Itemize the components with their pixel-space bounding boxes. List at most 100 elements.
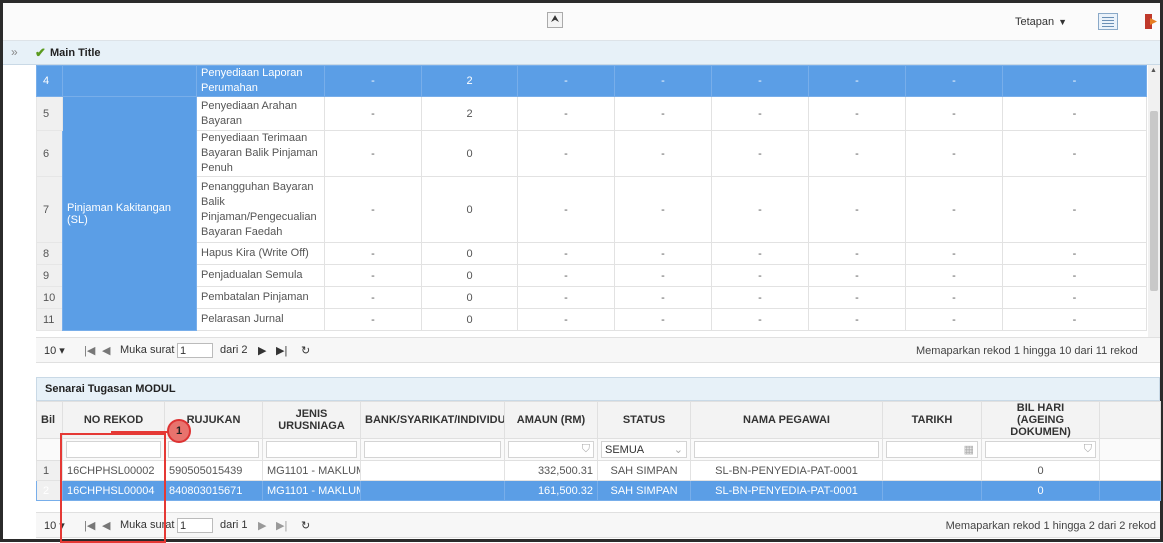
count-cell: - (905, 176, 1003, 243)
officer-cell: SL-BN-PENYEDIA-PAT-0001 (690, 480, 883, 501)
count-cell: - (614, 286, 712, 309)
main-title-bar: » ✔ Main Title (3, 41, 1160, 65)
count-cell: - (614, 96, 712, 131)
amount-cell: 332,500.31 (504, 460, 598, 481)
column-header[interactable]: AMAUN (RM) (504, 401, 598, 439)
side-panel-toggle[interactable]: » (11, 45, 18, 59)
count-cell: - (808, 264, 906, 287)
filter-input[interactable]: ⛉ (985, 441, 1096, 458)
filter-input[interactable] (266, 441, 357, 458)
scroll-up-icon[interactable]: ▲ (1150, 67, 1157, 74)
filter-input[interactable]: ⛉ (508, 441, 594, 458)
page-number-input[interactable] (177, 518, 213, 533)
group-cell (62, 65, 197, 97)
count-cell: - (711, 96, 809, 131)
count-cell: - (614, 308, 712, 331)
scroll-thumb[interactable] (1150, 111, 1158, 291)
page-count: dari 2 (220, 344, 248, 356)
process-name: Hapus Kira (Write Off) (196, 242, 325, 265)
filter-icon[interactable]: ⛉ (582, 443, 590, 456)
table-row[interactable]: 9 Penjadualan Semula -0- - - - - - (36, 264, 1147, 287)
filter-input[interactable] (364, 441, 501, 458)
prev-page-icon[interactable]: ◀ (102, 344, 110, 357)
page-number-input[interactable] (177, 343, 213, 358)
column-spacer (1099, 480, 1161, 501)
vertical-scrollbar[interactable]: ▲ (1148, 65, 1160, 337)
header-row: Bil NO REKOD RUJUKAN JENIS URUSNIAGA BANK/SY… (36, 401, 1161, 439)
count-cell: - (1002, 176, 1147, 243)
filter-cell (262, 438, 361, 461)
process-name: Penyediaan Arahan Bayaran (196, 96, 325, 131)
task-list-pager: 10 ▾ |◀ ◀ Muka surat dari 1 ▶ ▶| ↻ Memap… (36, 512, 1160, 538)
process-name: Pelarasan Jurnal (196, 308, 325, 331)
count-cell: 0 (421, 176, 518, 243)
page-size-select[interactable]: 10 ▾ (44, 344, 65, 357)
filter-icon[interactable]: ⛉ (1084, 443, 1092, 456)
column-spacer (1099, 460, 1161, 481)
row-number: 5 (36, 96, 63, 131)
table-row[interactable]: 1 16CHPHSL00002 590505015439 MG1101 - MAKLU… (36, 460, 1161, 481)
calendar-icon[interactable]: ▦ (964, 443, 974, 456)
first-page-icon[interactable]: |◀ (84, 344, 95, 357)
amount-cell: 161,500.32 (504, 480, 598, 501)
table-row[interactable]: 8 Hapus Kira (Write Off) -0- - - - - - (36, 242, 1147, 265)
settings-menu[interactable]: Tetapan ▼ (1015, 16, 1067, 28)
section-title: Senarai Tugasan MODUL (45, 383, 176, 395)
process-name: Penangguhan Bayaran Balik Pinjaman/Penge… (196, 176, 325, 243)
table-row[interactable]: 11 Pelarasan Jurnal -0- - - - - - (36, 308, 1147, 331)
column-header[interactable]: BIL HARI (AGEING DOKUMEN) (981, 401, 1100, 439)
row-number: 10 (36, 286, 63, 309)
column-header[interactable]: BANK/SYARIKAT/INDIVIDU (360, 401, 505, 439)
table-row[interactable]: 2 16CHPHSL00004 840803015671 MG1101 - MAKLU… (36, 480, 1161, 501)
table-row[interactable]: 6 Penyediaan Terimaan Bayaran Balik Pinja… (36, 130, 1147, 177)
last-page-icon[interactable]: ▶| (276, 344, 287, 357)
table-row[interactable]: 7 Penangguhan Bayaran Balik Pinjaman/Peng… (36, 176, 1147, 243)
count-cell: - (1002, 264, 1147, 287)
table-row[interactable]: 5 Pinjaman Kakitangan (SL) Penyediaan Arah… (36, 96, 1147, 331)
refresh-icon[interactable]: ↻ (301, 519, 310, 532)
column-spacer (1099, 401, 1161, 439)
chevron-down-icon: ▼ (1058, 17, 1068, 27)
status-cell: SAH SIMPAN (597, 480, 691, 501)
refresh-icon[interactable]: ↻ (301, 344, 310, 357)
date-cell (882, 460, 982, 481)
row-number: 7 (36, 176, 63, 243)
status-filter-select[interactable]: SEMUA ⌄ (601, 441, 687, 458)
column-header[interactable]: JENIS URUSNIAGA (262, 401, 361, 439)
count-cell: - (905, 242, 1003, 265)
count-cell: - (905, 264, 1003, 287)
count-cell: - (711, 308, 809, 331)
row-number: 9 (36, 264, 63, 287)
count-cell: - (1002, 242, 1147, 265)
next-page-icon[interactable]: ▶ (258, 344, 266, 357)
row-number: 8 (36, 242, 63, 265)
filter-input[interactable] (694, 441, 879, 458)
row-number: 11 (36, 308, 63, 331)
count-cell: - (324, 308, 422, 331)
count-cell: - (614, 242, 712, 265)
column-header[interactable]: TARIKH (882, 401, 982, 439)
table-row[interactable]: 4 Penyediaan Laporan Perumahan -2- - - - - - (36, 65, 1147, 97)
filter-input[interactable]: ▦ (886, 441, 978, 458)
date-cell (882, 480, 982, 501)
column-header[interactable]: STATUS (597, 401, 691, 439)
status-filter-value: SEMUA (605, 444, 645, 456)
record-info: Memaparkan rekod 1 hingga 10 dari 11 rek… (916, 345, 1138, 357)
transaction-type-cell: MG1101 - MAKLUMAT (262, 460, 361, 481)
logout-icon[interactable] (1144, 12, 1158, 31)
count-cell: - (614, 176, 712, 243)
column-header[interactable]: Bil (36, 401, 63, 439)
count-cell: - (711, 65, 809, 97)
count-cell: - (614, 65, 712, 97)
filter-cell: ⛉ (504, 438, 598, 461)
filter-input[interactable] (168, 441, 259, 458)
last-page-icon[interactable]: ▶| (276, 519, 287, 532)
next-page-icon[interactable]: ▶ (258, 519, 266, 532)
collapse-header-button[interactable]: ⮝ (547, 12, 563, 28)
column-header[interactable]: NAMA PEGAWAI (690, 401, 883, 439)
table-row[interactable]: 10 Pembatalan Pinjaman -0- - - - - - (36, 286, 1147, 309)
row-number: 1 (36, 460, 63, 481)
count-cell: - (711, 242, 809, 265)
process-name: Penyediaan Laporan Perumahan (196, 65, 325, 97)
list-view-icon[interactable] (1098, 13, 1118, 30)
